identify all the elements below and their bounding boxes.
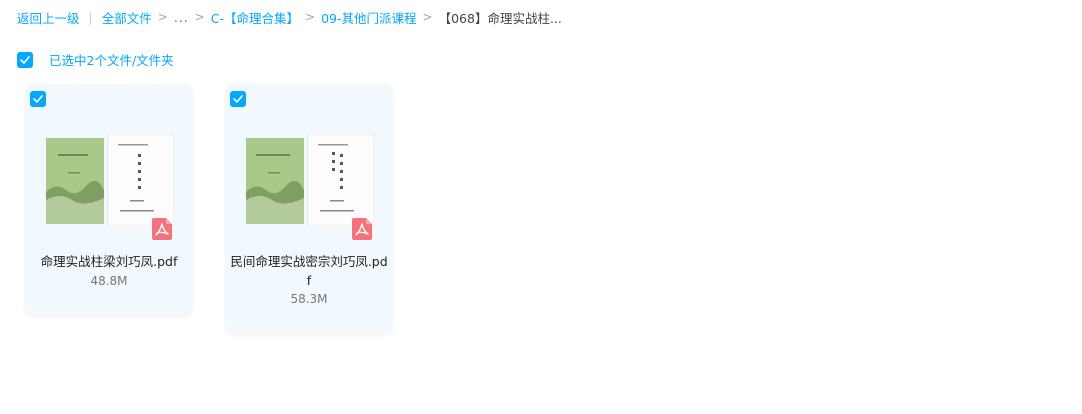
- back-link[interactable]: 返回上一级: [17, 8, 80, 27]
- check-icon: [33, 95, 43, 103]
- pdf-thumbnail: [46, 134, 174, 226]
- breadcrumb-folder-link[interactable]: 09-其他门派课程: [321, 8, 416, 27]
- pdf-icon: [152, 218, 172, 240]
- file-name[interactable]: 民间命理实战密宗刘巧凤.pdf: [229, 252, 389, 290]
- breadcrumb-ellipsis[interactable]: ...: [174, 10, 189, 25]
- file-name[interactable]: 命理实战柱梁刘巧凤.pdf: [29, 252, 189, 271]
- breadcrumb-current: 【068】命理实战柱...: [438, 10, 562, 26]
- check-icon: [20, 55, 30, 64]
- file-card[interactable]: 命理实战柱梁刘巧凤.pdf 48.8M: [25, 84, 193, 316]
- selection-bar: 已选中2个文件/文件夹: [17, 50, 174, 69]
- file-checkbox[interactable]: [230, 91, 246, 107]
- pdf-icon: [352, 218, 372, 240]
- chevron-right-icon: >: [157, 10, 168, 24]
- pdf-thumbnail: [246, 134, 374, 226]
- chevron-right-icon: >: [422, 10, 433, 24]
- select-all-checkbox[interactable]: [17, 51, 33, 68]
- selection-count: 已选中2个文件/文件夹: [49, 53, 174, 68]
- chevron-right-icon: >: [305, 10, 316, 24]
- breadcrumb: 返回上一级 | 全部文件 > ... > C-【命理合集】 > 09-其他门派课…: [17, 8, 562, 26]
- file-checkbox[interactable]: [30, 91, 46, 107]
- check-icon: [233, 95, 243, 103]
- breadcrumb-folder-link[interactable]: C-【命理合集】: [211, 8, 299, 27]
- chevron-right-icon: >: [194, 10, 205, 24]
- file-size: 58.3M: [290, 292, 328, 306]
- file-card[interactable]: 民间命理实战密宗刘巧凤.pdf 58.3M: [225, 84, 393, 334]
- file-size: 48.8M: [90, 274, 128, 288]
- all-files-link[interactable]: 全部文件: [102, 8, 152, 27]
- breadcrumb-divider: |: [88, 9, 93, 25]
